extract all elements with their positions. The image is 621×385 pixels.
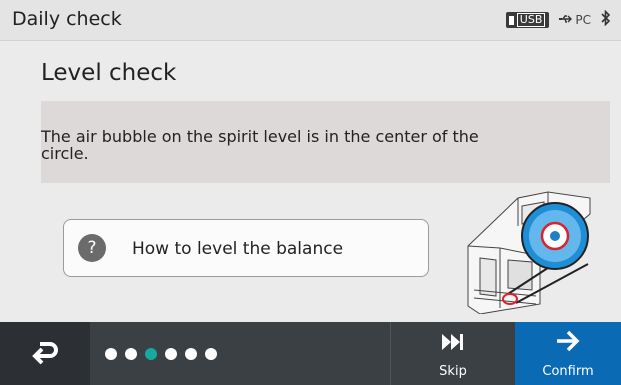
skip-button[interactable]: Skip: [390, 322, 515, 385]
header-bar: Daily check USB PC: [0, 0, 621, 41]
skip-label: Skip: [439, 364, 467, 379]
app-screen: Daily check USB PC Level check The air b…: [0, 0, 621, 385]
instruction-panel: The air bubble on the spirit level is in…: [41, 101, 610, 183]
header-title: Daily check: [12, 8, 122, 30]
progress-dot-current: [145, 348, 157, 360]
status-area: USB PC: [505, 9, 611, 30]
usb-icon: [508, 15, 514, 25]
confirm-label: Confirm: [542, 364, 594, 379]
skip-forward-icon: [441, 332, 465, 355]
arrow-right-icon: [555, 329, 581, 358]
instruction-text: The air bubble on the spirit level is in…: [41, 127, 479, 163]
bottom-bar: Skip Confirm: [0, 322, 621, 385]
progress-dot: [185, 348, 197, 360]
usb-connection-icon: [559, 13, 573, 27]
pc-status: PC: [559, 13, 591, 27]
back-button[interactable]: [0, 322, 90, 385]
progress-dot: [165, 348, 177, 360]
usb-status-badge: USB: [505, 12, 550, 28]
help-button-label: How to level the balance: [132, 239, 344, 259]
progress-dot: [105, 348, 117, 360]
return-arrow-icon: [31, 339, 59, 369]
how-to-level-button[interactable]: ? How to level the balance: [63, 219, 429, 277]
page-title: Level check: [41, 60, 177, 86]
progress-dot: [125, 348, 137, 360]
usb-label: USB: [516, 13, 546, 27]
question-mark-icon: ?: [78, 234, 106, 262]
bluetooth-icon: [601, 9, 611, 30]
progress-indicator: [105, 348, 217, 360]
balance-level-illustration: [460, 186, 615, 315]
confirm-button[interactable]: Confirm: [515, 322, 621, 385]
progress-dot: [205, 348, 217, 360]
pc-label: PC: [575, 13, 591, 27]
